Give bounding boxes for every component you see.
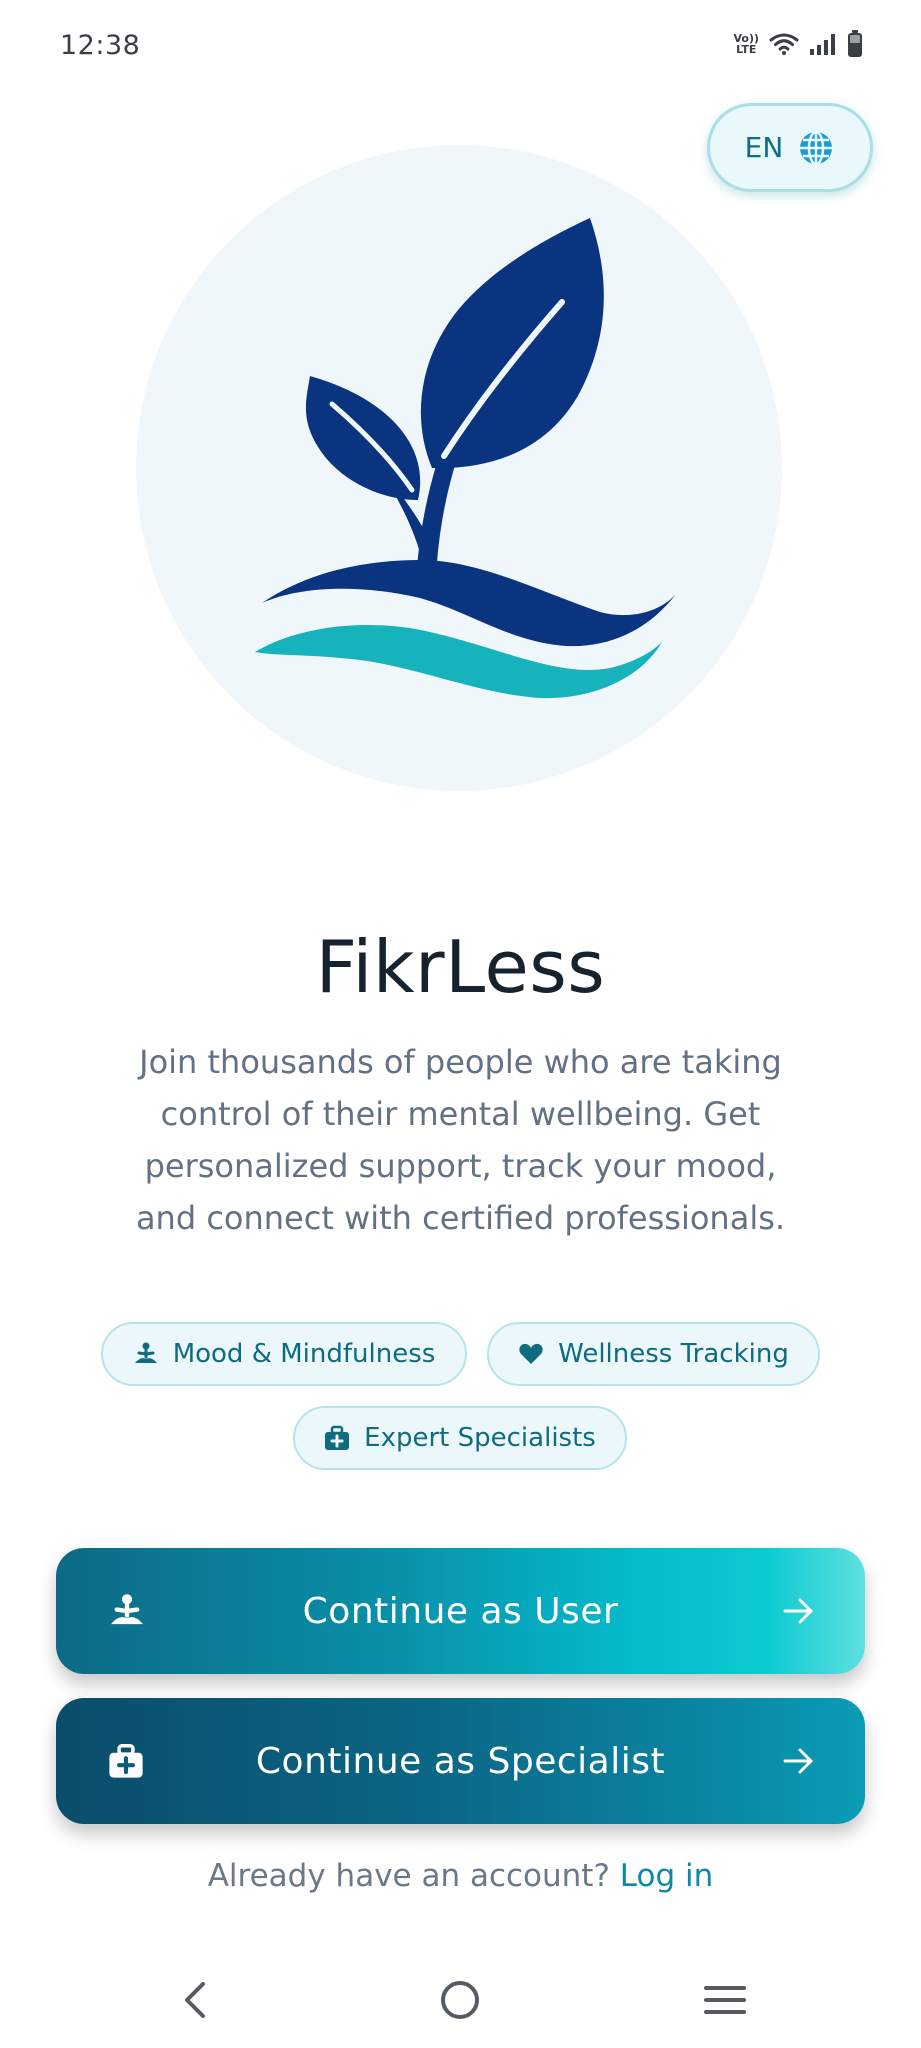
feature-chip-expert-specialists: Expert Specialists (293, 1406, 627, 1470)
language-selector-button[interactable]: EN (707, 103, 873, 192)
login-prompt: Already have an account? Log in (0, 1858, 921, 1894)
home-button[interactable] (420, 1960, 500, 2040)
login-prompt-text: Already have an account? (207, 1858, 610, 1894)
back-button[interactable] (154, 1960, 234, 2040)
medical-bag-icon (324, 1425, 350, 1451)
app-title: FikrLess (315, 925, 606, 1009)
wifi-icon (769, 33, 799, 55)
sprout-logo-icon (255, 218, 676, 699)
status-icons: Vo)) LTE (733, 30, 863, 58)
heart-icon (518, 1342, 544, 1366)
battery-icon (848, 30, 862, 57)
recents-button[interactable] (685, 1960, 765, 2040)
app-tagline: Join thousands of people who are taking … (135, 1043, 786, 1237)
continue-as-user-button[interactable]: Continue as User (56, 1548, 865, 1674)
meditation-icon (133, 1342, 159, 1366)
volte-icon: Vo)) LTE (733, 32, 759, 56)
continue-as-specialist-label: Continue as Specialist (255, 1740, 666, 1782)
continue-as-specialist-button[interactable]: Continue as Specialist (56, 1698, 865, 1824)
menu-icon (704, 1986, 746, 2014)
feature-chip-wellness-tracking: Wellness Tracking (487, 1322, 820, 1386)
arrow-right-icon (783, 1597, 815, 1625)
language-label: EN (744, 131, 784, 164)
feature-chip-label: Mood & Mindfulness (172, 1339, 436, 1369)
login-link[interactable]: Log in (620, 1858, 713, 1894)
chevron-left-icon (185, 1982, 205, 2018)
feature-chip-mood-mindfulness: Mood & Mindfulness (101, 1322, 467, 1386)
status-bar: 12:38 Vo)) LTE (0, 0, 921, 96)
feature-chip-label: Wellness Tracking (558, 1339, 789, 1369)
system-navigation-bar (0, 1960, 921, 2048)
status-time: 12:38 (60, 30, 141, 61)
circle-home-icon (441, 1981, 479, 2019)
arrow-right-icon (783, 1747, 815, 1775)
welcome-screen: 12:38 Vo)) LTE EN FikrLess Join thousand… (0, 0, 921, 2048)
feature-chip-label: Expert Specialists (364, 1423, 596, 1453)
signal-icon (810, 34, 835, 55)
medical-bag-icon (108, 1743, 144, 1779)
continue-as-user-label: Continue as User (302, 1590, 619, 1632)
globe-icon (800, 130, 833, 165)
meditation-icon (108, 1593, 146, 1629)
